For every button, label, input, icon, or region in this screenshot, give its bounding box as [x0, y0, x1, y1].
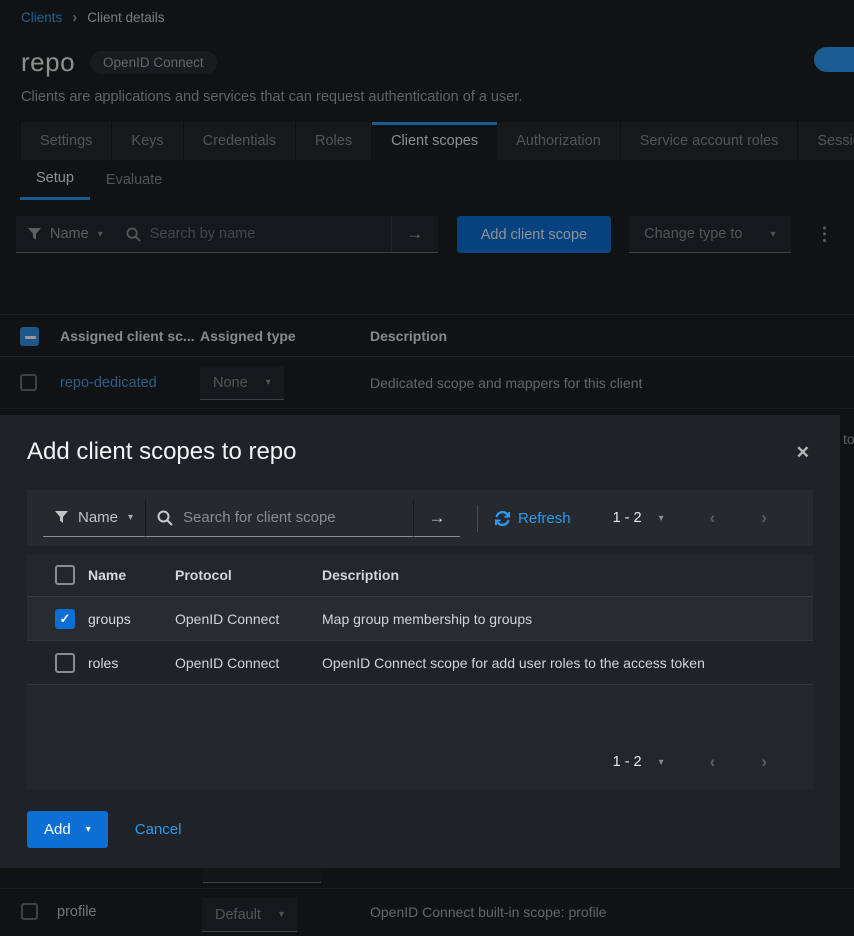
chevron-down-icon[interactable]: ▾ — [659, 513, 664, 524]
search-field — [145, 500, 413, 537]
refresh-button[interactable]: Refresh — [495, 510, 571, 527]
add-button-label: Add — [44, 821, 71, 838]
col-description: Description — [322, 554, 399, 597]
scope-description: OpenID Connect scope for add user roles … — [322, 641, 705, 685]
scope-protocol: OpenID Connect — [175, 641, 279, 685]
toolbar-divider — [477, 505, 478, 532]
chevron-down-icon: ▾ — [128, 512, 133, 523]
scope-name: roles — [88, 641, 118, 685]
chevron-right-icon[interactable]: › — [761, 508, 767, 528]
refresh-label: Refresh — [518, 510, 571, 527]
chevron-down-icon[interactable]: ▾ — [659, 757, 664, 768]
chevron-right-icon[interactable]: › — [761, 752, 767, 772]
table-row: ✓ groups OpenID Connect Map group member… — [27, 597, 813, 641]
col-name: Name — [88, 554, 126, 597]
scope-name: groups — [88, 597, 131, 641]
scope-protocol: OpenID Connect — [175, 597, 279, 641]
table-row: roles OpenID Connect OpenID Connect scop… — [27, 641, 813, 685]
modal-toolbar: Name ▾ → Refresh 1 - 2 ▾ ‹ › — [27, 490, 813, 546]
select-all-checkbox[interactable] — [55, 565, 75, 585]
pagination-top: 1 - 2 ▾ ‹ › — [613, 508, 767, 528]
close-icon[interactable]: ✕ — [796, 443, 810, 463]
add-button[interactable]: Add ▾ — [27, 811, 108, 848]
search-apply-button[interactable]: → — [413, 500, 460, 537]
scope-description: Map group membership to groups — [322, 597, 532, 641]
client-scopes-picker-table: Name Protocol Description ✓ groups OpenI… — [27, 554, 813, 790]
chevron-left-icon[interactable]: ‹ — [710, 752, 716, 772]
arrow-right-icon: → — [429, 508, 446, 528]
row-checkbox-checked[interactable]: ✓ — [55, 609, 75, 629]
search-input[interactable] — [183, 509, 402, 526]
pagination-range: 1 - 2 — [613, 754, 642, 770]
add-client-scopes-modal: Add client scopes to repo ✕ Name ▾ → Ref… — [0, 415, 840, 868]
search-icon — [157, 510, 173, 526]
row-checkbox[interactable] — [55, 653, 75, 673]
refresh-icon — [495, 511, 510, 526]
pagination-bottom: 1 - 2 ▾ ‹ › — [613, 752, 767, 772]
filter-funnel-icon — [55, 511, 68, 524]
modal-title: Add client scopes to repo — [27, 438, 813, 466]
name-filter-dropdown[interactable]: Name ▾ — [43, 500, 145, 537]
table-header: Name Protocol Description — [27, 554, 813, 597]
check-icon: ✓ — [60, 611, 71, 627]
chevron-left-icon[interactable]: ‹ — [710, 508, 716, 528]
col-protocol: Protocol — [175, 554, 232, 597]
cancel-link[interactable]: Cancel — [135, 821, 182, 838]
chevron-down-icon: ▾ — [86, 824, 91, 835]
filter-label: Name — [78, 509, 118, 526]
pagination-range: 1 - 2 — [613, 510, 642, 526]
